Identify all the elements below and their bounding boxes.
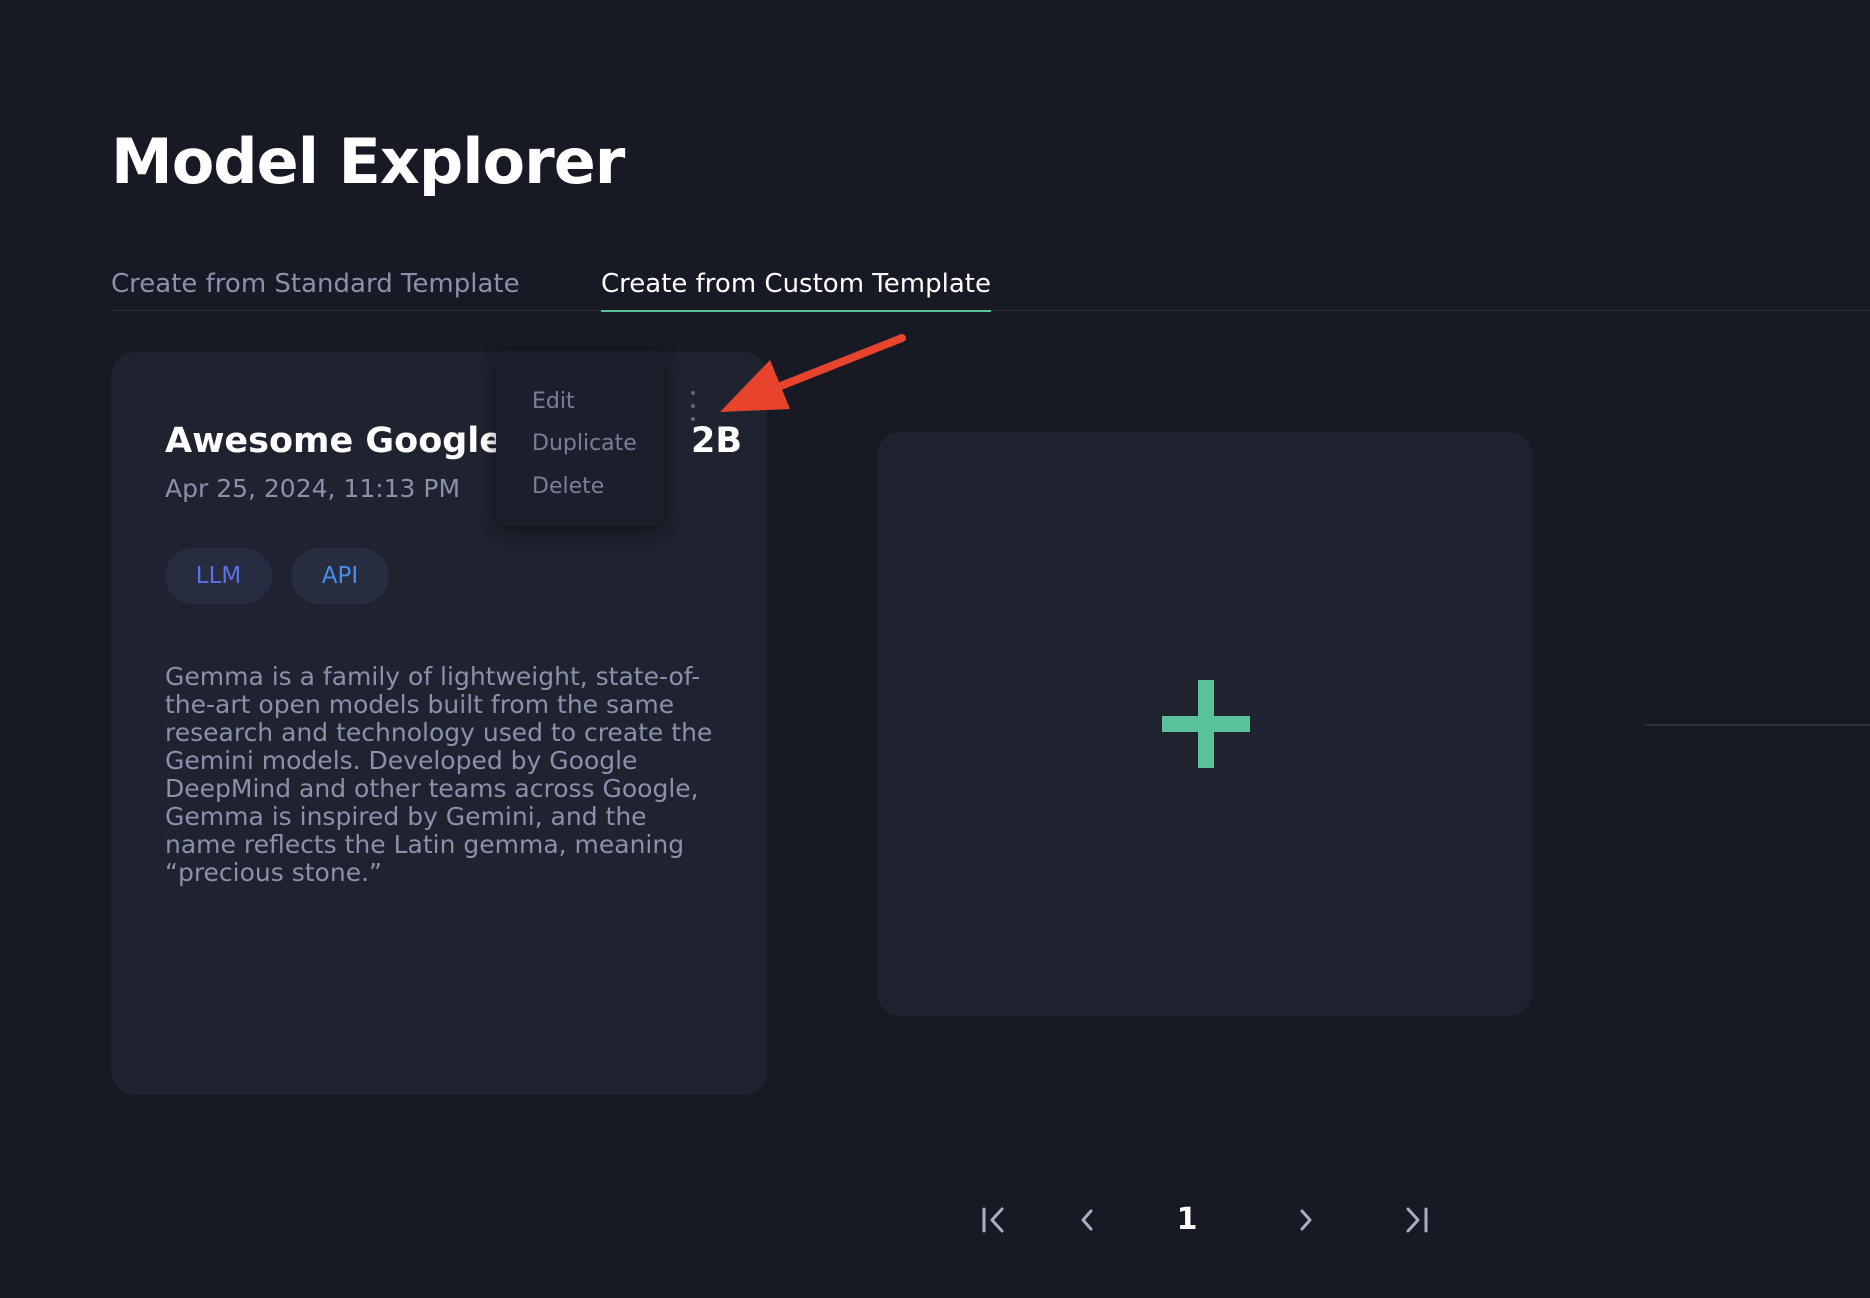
first-page-icon[interactable]: [978, 1196, 1010, 1244]
plus-icon: [1162, 680, 1250, 768]
menu-item-duplicate[interactable]: Duplicate: [532, 429, 637, 459]
card-context-menu: Edit Duplicate Delete: [496, 351, 664, 526]
tag-llm[interactable]: LLM: [165, 548, 272, 604]
page-title: Model Explorer: [111, 125, 625, 198]
model-card-title-end: 2B: [691, 421, 743, 461]
add-template-card[interactable]: [877, 432, 1532, 1016]
next-page-icon[interactable]: [1294, 1196, 1318, 1244]
page-number-current[interactable]: 1: [1170, 1200, 1204, 1240]
template-tabs: Create from Standard Template Create fro…: [111, 262, 1870, 312]
prev-page-icon[interactable]: [1075, 1196, 1099, 1244]
tag-api[interactable]: API: [291, 548, 389, 604]
divider-line: [1645, 724, 1870, 726]
menu-item-delete[interactable]: Delete: [532, 472, 604, 502]
model-card-title-start: Awesome Google: [165, 421, 504, 461]
model-explorer-page: Model Explorer Create from Standard Temp…: [0, 0, 1870, 1298]
annotation-arrow-icon: [720, 334, 906, 412]
tab-custom-template[interactable]: Create from Custom Template: [601, 262, 991, 312]
tab-standard-template[interactable]: Create from Standard Template: [111, 262, 520, 310]
menu-item-edit[interactable]: Edit: [532, 387, 575, 417]
model-card-description: Gemma is a family of lightweight, state-…: [165, 662, 713, 887]
last-page-icon[interactable]: [1400, 1196, 1432, 1244]
model-card[interactable]: Awesome Google 2B Apr 25, 2024, 11:13 PM …: [111, 352, 767, 1095]
model-card-date: Apr 25, 2024, 11:13 PM: [165, 474, 461, 503]
